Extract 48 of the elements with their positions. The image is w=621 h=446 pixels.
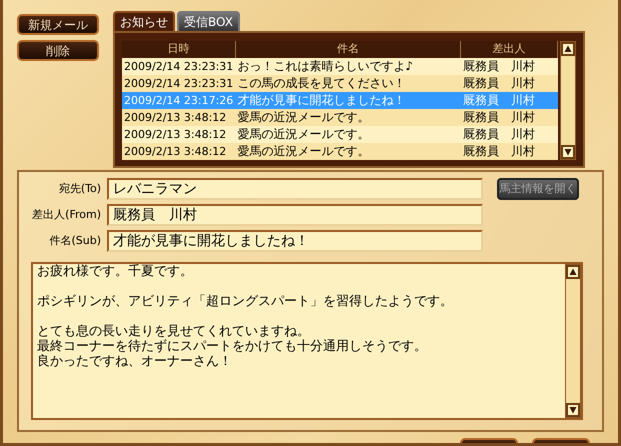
table-cell: おっ！これは素晴らしいですよ♪	[235, 58, 461, 74]
scroll-down-icon[interactable]	[566, 403, 580, 417]
field-label: 件名(Sub)	[48, 232, 102, 249]
table-cell: 2009/2/14 23:23:31	[122, 58, 236, 74]
text-field[interactable]: レバニラマン	[107, 178, 483, 200]
mail-row[interactable]: 2009/2/14 23:23:31 おっ！これは素晴らしいですよ♪ 厩務員 川村	[122, 58, 558, 74]
text-line: 最終コーナーを待たずにスパートをかけても十分通用しそうです。	[37, 339, 427, 354]
table-cell: この馬の成長を見てください！	[235, 74, 461, 92]
table-cell: 厩務員 川村	[460, 74, 558, 92]
table-cell: 才能が見事に開花しましたね！	[235, 92, 461, 108]
mail-row[interactable]: 2009/2/13 3:48:12 愛馬の近況メールです。 厩務員 川村	[122, 142, 558, 160]
text-line: とても息の長い走りを見せてくれていますね。	[37, 324, 310, 339]
table-cell: 2009/2/14 23:23:31	[122, 74, 236, 92]
table-cell: 愛馬の近況メールです。	[235, 142, 461, 160]
mail-row[interactable]: 2009/2/13 3:48:12 愛馬の近況メールです。 厩務員 川村	[122, 126, 558, 142]
table-cell: 厩務員 川村	[460, 92, 558, 108]
column-header: 差出人	[460, 41, 558, 58]
field-label: 宛先(To)	[58, 180, 102, 197]
text-line: ポシギリンが、アビリティ「超ロングスパート」を習得したようです。	[37, 294, 453, 309]
mail-row[interactable]: 2009/2/13 3:48:12 愛馬の近況メールです。 厩務員 川村	[122, 108, 558, 126]
new-mail-button[interactable]: 新規メール	[17, 14, 99, 35]
table-cell: 2009/2/13 3:48:12	[122, 126, 236, 142]
text-line: お疲れ様です。千夏です。	[37, 264, 193, 279]
scroll-up-icon[interactable]	[566, 265, 580, 279]
scrollbar[interactable]	[560, 41, 576, 160]
table-cell: 厩務員 川村	[460, 108, 558, 126]
text-field[interactable]: 才能が見事に開花しましたね！	[107, 230, 483, 252]
table-cell: 2009/2/13 3:48:12	[122, 108, 236, 126]
table-cell: 2009/2/14 23:17:26	[122, 92, 236, 108]
column-header: 件名	[235, 41, 461, 58]
field-label: 差出人(From)	[31, 206, 102, 223]
message-field[interactable]: お疲れ様です。千夏です。 ポシギリンが、アビリティ「超ロングスパート」を習得したようです。 とても息の長い走りを見せてくれていますね。 最終コーナーを待たずにスパートをかけても十分通用しそうです。 良かったですね、オーナーさん！	[31, 262, 583, 420]
table-cell: 厩務員 川村	[460, 142, 558, 160]
scrollbar[interactable]	[565, 264, 581, 418]
scroll-up-icon[interactable]	[561, 42, 575, 56]
table-cell: 愛馬の近況メールです。	[235, 126, 461, 142]
tab[interactable]: 受信BOX	[177, 11, 240, 31]
table-cell: 厩務員 川村	[460, 126, 558, 142]
table-cell: 愛馬の近況メールです。	[235, 108, 461, 126]
scroll-down-icon[interactable]	[561, 144, 575, 158]
table-cell: 厩務員 川村	[460, 58, 558, 74]
delete-button[interactable]: 削除	[17, 40, 99, 61]
text-field[interactable]: 厩務員 川村	[107, 204, 483, 226]
mail-row[interactable]: 2009/2/14 23:23:31 この馬の成長を見てください！ 厩務員 川村	[122, 74, 558, 92]
column-header: 日時	[122, 41, 236, 58]
table-cell: 2009/2/13 3:48:12	[122, 142, 236, 160]
tab[interactable]: お知らせ	[113, 11, 175, 31]
text-line: 良かったですね、オーナーさん！	[37, 354, 232, 369]
